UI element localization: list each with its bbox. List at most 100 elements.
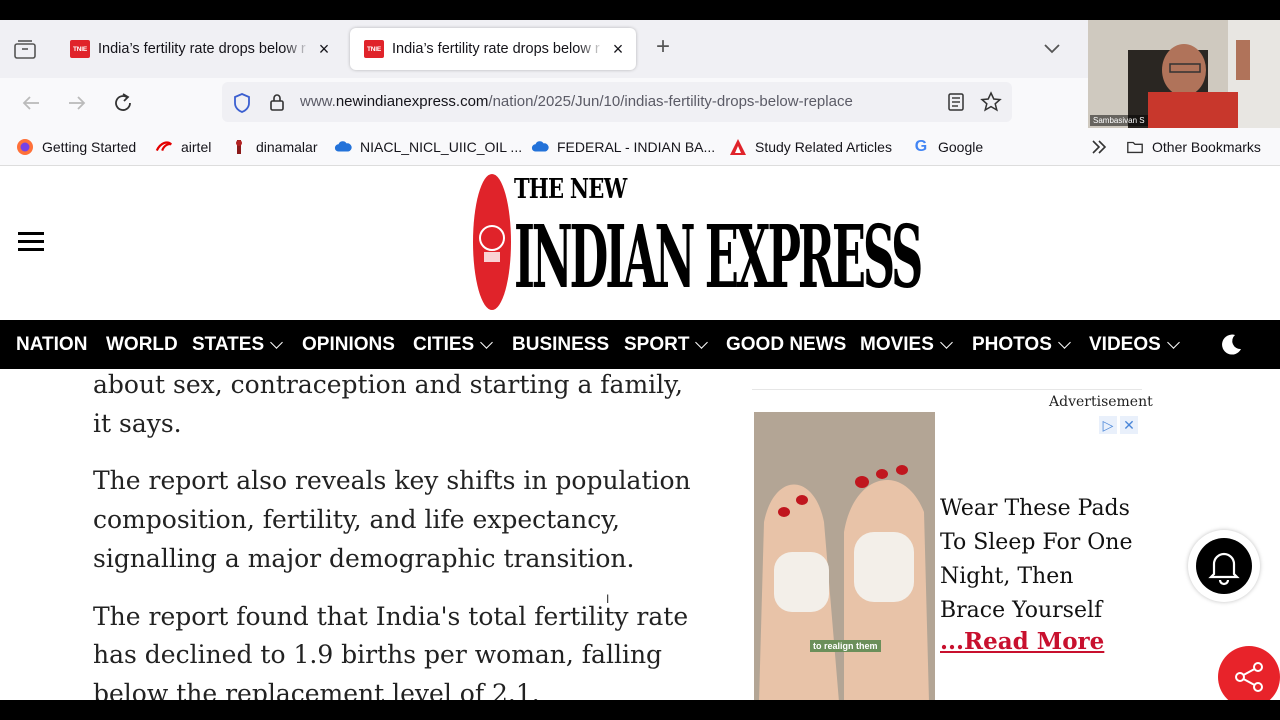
ad-headline[interactable]: Wear These Pads To Sleep For One Night, … bbox=[940, 492, 1144, 628]
close-icon[interactable]: ✕ bbox=[1120, 416, 1138, 434]
url-domain: newindianexpress.com bbox=[335, 93, 489, 110]
bookmark-google[interactable]: G Google bbox=[912, 138, 983, 156]
chevron-down-icon[interactable] bbox=[1042, 38, 1062, 58]
nav-item-nation[interactable]: NATION bbox=[16, 334, 87, 356]
tab-title: India’s fertility rate drops below r bbox=[98, 41, 306, 57]
chevron-double-right-icon[interactable] bbox=[1090, 139, 1108, 155]
tab-title: India’s fertility rate drops below r bbox=[392, 41, 600, 57]
bookmark-label: FEDERAL - INDIAN BA... bbox=[557, 139, 716, 155]
bookmark-label: Study Related Articles bbox=[755, 139, 892, 155]
url-text[interactable]: www.newindianexpress.com/nation/2025/Jun… bbox=[300, 93, 936, 110]
article-paragraph: The report found that India's total fert… bbox=[93, 601, 689, 700]
article-paragraph: The report also reveals key shifts in po… bbox=[93, 466, 691, 573]
dinamalar-icon bbox=[230, 138, 248, 156]
adchoices-icon[interactable]: ▷ bbox=[1099, 416, 1117, 434]
bookmark-airtel[interactable]: airtel bbox=[155, 138, 211, 156]
site-logo[interactable]: THE NEW INDIAN EXPRESS bbox=[472, 172, 923, 314]
chevron-down-icon bbox=[1166, 336, 1180, 349]
tab-inactive[interactable]: TNIE India’s fertility rate drops below … bbox=[56, 28, 342, 70]
bookmarks-bar: Getting Started airtel dinamalar NIACL_N… bbox=[0, 128, 1280, 166]
nav-item-business[interactable]: BUSINESS bbox=[512, 334, 609, 356]
address-bar[interactable]: www.newindianexpress.com/nation/2025/Jun… bbox=[222, 82, 1012, 122]
close-icon[interactable]: × bbox=[316, 40, 332, 58]
participant-name: Sambasivan S bbox=[1090, 115, 1148, 126]
bookmark-dinamalar[interactable]: dinamalar bbox=[230, 138, 317, 156]
share-icon bbox=[1235, 662, 1263, 692]
divider bbox=[752, 389, 1142, 390]
chevron-down-icon bbox=[695, 336, 709, 349]
nav-label: MOVIES bbox=[860, 334, 934, 355]
nav-label: CITIES bbox=[413, 334, 475, 355]
close-icon[interactable]: × bbox=[610, 40, 626, 58]
dark-mode-moon-icon[interactable] bbox=[1218, 332, 1244, 358]
firefox-icon bbox=[16, 138, 34, 156]
hamburger-menu-icon[interactable] bbox=[18, 232, 44, 252]
ad-image[interactable]: to realign them bbox=[754, 412, 935, 700]
chevron-down-icon bbox=[1058, 336, 1071, 349]
text-cursor-icon: I bbox=[606, 592, 610, 606]
bookmark-label: Getting Started bbox=[42, 139, 137, 155]
chevron-down-icon bbox=[270, 336, 284, 349]
ad-controls: ▷ ✕ bbox=[1099, 416, 1138, 434]
reload-icon[interactable] bbox=[110, 90, 136, 116]
nav-label: WORLD bbox=[106, 334, 178, 355]
nav-item-sport[interactable]: SPORT bbox=[624, 334, 709, 356]
airtel-icon bbox=[155, 138, 173, 156]
nav-item-states[interactable]: STATES bbox=[192, 334, 284, 356]
advertisement[interactable]: to realign them ▷ ✕ Wear These Pads To S… bbox=[754, 412, 1142, 700]
nav-item-movies[interactable]: MOVIES bbox=[860, 334, 953, 356]
tab-strip: TNIE India’s fertility rate drops below … bbox=[0, 20, 1088, 78]
nav-label: SPORT bbox=[624, 334, 690, 355]
cloud-icon bbox=[334, 138, 352, 156]
logo-top-text: THE NEW bbox=[514, 174, 627, 205]
bell-icon bbox=[1208, 552, 1240, 586]
bookmark-getting-started[interactable]: Getting Started bbox=[16, 138, 136, 156]
bottom-black-bar bbox=[0, 700, 1280, 720]
article-body: about sex, contraception and starting a … bbox=[93, 366, 693, 700]
bookmark-label: Other Bookmarks bbox=[1152, 139, 1261, 155]
back-arrow-icon[interactable] bbox=[18, 90, 44, 116]
bookmark-label: airtel bbox=[181, 139, 212, 155]
nav-item-videos[interactable]: VIDEOS bbox=[1089, 334, 1180, 356]
firefox-view-icon[interactable] bbox=[12, 38, 38, 60]
feet-image bbox=[754, 412, 935, 700]
bookmark-label: NIACL_NICL_UIIC_OIL ... bbox=[360, 139, 523, 155]
lock-icon[interactable] bbox=[268, 92, 286, 112]
folder-icon bbox=[1126, 138, 1144, 156]
person-video-image bbox=[1088, 20, 1280, 128]
article-paragraph: about sex, contraception and starting a … bbox=[93, 370, 683, 438]
video-call-thumbnail: Sambasivan S bbox=[1088, 20, 1280, 128]
top-black-bar bbox=[0, 0, 1280, 20]
tnie-favicon-icon: TNIE bbox=[364, 40, 384, 58]
bookmark-study-articles[interactable]: Study Related Articles bbox=[729, 138, 892, 156]
bookmark-niacl[interactable]: NIACL_NICL_UIIC_OIL ... bbox=[334, 138, 522, 156]
nav-label: OPINIONS bbox=[302, 334, 395, 355]
main-navigation: NATION WORLD STATES OPINIONS CITIES BUSI… bbox=[0, 320, 1280, 369]
chevron-down-icon bbox=[940, 336, 953, 349]
reader-view-icon[interactable] bbox=[946, 92, 966, 112]
nav-label: VIDEOS bbox=[1089, 334, 1161, 355]
notification-button[interactable] bbox=[1188, 530, 1260, 602]
tab-active[interactable]: TNIE India’s fertility rate drops below … bbox=[350, 28, 636, 70]
logo-main-text: INDIAN EXPRESS bbox=[514, 207, 923, 308]
nav-item-cities[interactable]: CITIES bbox=[413, 334, 494, 356]
bookmark-federal[interactable]: FEDERAL - INDIAN BA... bbox=[531, 138, 715, 156]
chevron-down-icon bbox=[480, 336, 494, 349]
advertisement-label: Advertisement bbox=[1049, 394, 1153, 410]
share-button[interactable] bbox=[1218, 646, 1280, 700]
nav-item-photos[interactable]: PHOTOS bbox=[972, 334, 1071, 356]
shield-icon[interactable] bbox=[232, 92, 252, 114]
bookmark-star-icon[interactable] bbox=[980, 91, 1002, 113]
google-icon: G bbox=[914, 138, 928, 155]
nav-label: STATES bbox=[192, 334, 265, 355]
nav-item-opinions[interactable]: OPINIONS bbox=[302, 334, 395, 356]
new-tab-icon[interactable]: + bbox=[652, 35, 674, 59]
nav-item-world[interactable]: WORLD bbox=[106, 334, 178, 356]
other-bookmarks[interactable]: Other Bookmarks bbox=[1126, 138, 1261, 156]
bookmark-label: dinamalar bbox=[256, 139, 318, 155]
nav-label: BUSINESS bbox=[512, 334, 610, 355]
nav-label: PHOTOS bbox=[972, 334, 1052, 355]
ad-read-more-link[interactable]: ...Read More bbox=[940, 628, 1104, 655]
forward-arrow-icon[interactable] bbox=[64, 90, 90, 116]
nav-item-good-news[interactable]: GOOD NEWS bbox=[726, 334, 846, 356]
